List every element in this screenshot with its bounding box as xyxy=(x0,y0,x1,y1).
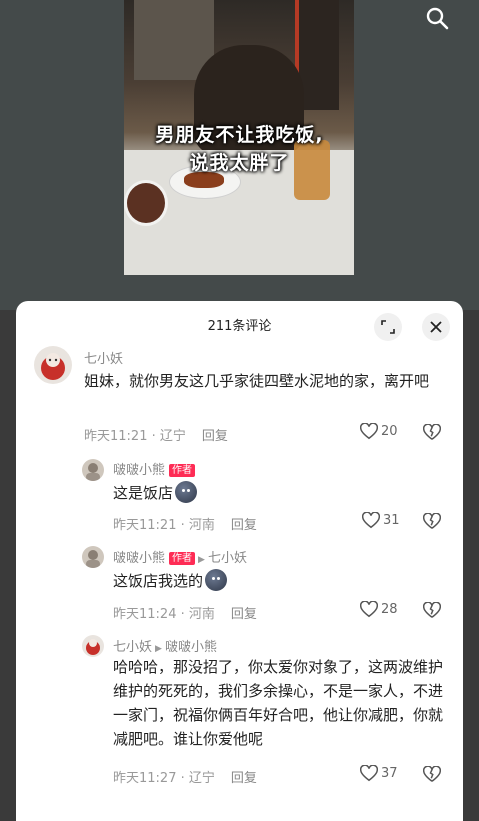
avatar[interactable] xyxy=(34,346,72,384)
comment-text-content: 这是饭店 xyxy=(113,484,174,502)
avatar[interactable] xyxy=(82,635,104,657)
play-triangle-icon: ▶ xyxy=(198,555,205,565)
like-count: 20 xyxy=(381,424,398,439)
expand-icon xyxy=(381,320,395,334)
comment-author-line: 七小妖 ▶ 啵啵小熊 xyxy=(113,636,217,655)
like-button[interactable]: 20 xyxy=(360,423,398,440)
like-button[interactable]: 37 xyxy=(360,765,398,782)
comment-text: 这是饭店 xyxy=(113,481,443,505)
heart-icon xyxy=(360,765,378,782)
like-count: 28 xyxy=(381,602,398,617)
author-badge: 作者 xyxy=(169,464,196,477)
emoji-icon xyxy=(205,569,228,591)
like-button[interactable]: 31 xyxy=(362,512,400,529)
reply-to-name[interactable]: 啵啵小熊 xyxy=(165,640,217,655)
comment-panel: 211条评论 七小妖 姐妹，就你男友这几乎家徒四壁水泥地的家，离开吧 昨天11:… xyxy=(16,301,463,821)
comment-meta: 昨天11:24 · 河南 回复 xyxy=(113,603,257,622)
comment-meta: 昨天11:21 · 河南 回复 xyxy=(113,514,257,533)
comment-author-line: 啵啵小熊 作者 ▶ 七小妖 xyxy=(113,547,247,566)
comment-time-location: 昨天11:24 · 河南 xyxy=(113,607,215,622)
comment-time-location: 昨天11:21 · 河南 xyxy=(113,518,215,533)
comment-author[interactable]: 啵啵小熊 xyxy=(113,463,165,478)
play-triangle-icon: ▶ xyxy=(155,644,162,654)
author-badge: 作者 xyxy=(169,552,196,565)
video-caption-line1: 男朋友不让我吃饭, xyxy=(155,124,324,146)
like-count: 37 xyxy=(381,766,398,781)
reply-to-name[interactable]: 七小妖 xyxy=(208,551,247,566)
comment-meta: 昨天11:27 · 辽宁 回复 xyxy=(113,767,257,786)
close-icon xyxy=(430,321,442,333)
comment-meta: 昨天11:21 · 辽宁 回复 xyxy=(84,425,228,444)
comment-time-location: 昨天11:21 · 辽宁 xyxy=(84,429,186,444)
reply-button[interactable]: 回复 xyxy=(231,771,257,786)
heart-icon xyxy=(360,601,378,618)
search-icon[interactable] xyxy=(425,6,449,30)
comment-author[interactable]: 七小妖 xyxy=(113,640,152,655)
heart-icon xyxy=(362,512,380,529)
close-button[interactable] xyxy=(422,313,450,341)
broken-heart-icon[interactable] xyxy=(423,766,441,783)
reply-button[interactable]: 回复 xyxy=(231,607,257,622)
expand-button[interactable] xyxy=(374,313,402,341)
video-player[interactable]: 男朋友不让我吃饭, 说我太胖了 xyxy=(0,0,479,310)
avatar[interactable] xyxy=(82,546,104,568)
like-button[interactable]: 28 xyxy=(360,601,398,618)
heart-icon xyxy=(360,423,378,440)
comment-time-location: 昨天11:27 · 辽宁 xyxy=(113,771,215,786)
comment-author[interactable]: 啵啵小熊 xyxy=(113,551,165,566)
emoji-icon xyxy=(175,481,198,503)
broken-heart-icon[interactable] xyxy=(423,602,441,619)
comment-text: 哈哈哈，那没招了，你太爱你对象了，这两波维护维护的死死的，我们多余操心，不是一家… xyxy=(113,658,444,748)
comment-text: 姐妹，就你男友这几乎家徒四壁水泥地的家，离开吧 xyxy=(84,372,430,390)
reply-button[interactable]: 回复 xyxy=(231,518,257,533)
avatar[interactable] xyxy=(82,459,104,481)
comment-author[interactable]: 七小妖 xyxy=(84,348,123,367)
broken-heart-icon[interactable] xyxy=(423,513,441,530)
comment-text: 这饭店我选的 xyxy=(113,569,443,593)
comment-text-content: 这饭店我选的 xyxy=(113,572,204,590)
like-count: 31 xyxy=(383,513,400,528)
broken-heart-icon[interactable] xyxy=(423,424,441,441)
reply-button[interactable]: 回复 xyxy=(202,429,228,444)
comment-author-line: 啵啵小熊 作者 xyxy=(113,459,196,478)
video-caption-line2: 说我太胖了 xyxy=(189,152,290,174)
